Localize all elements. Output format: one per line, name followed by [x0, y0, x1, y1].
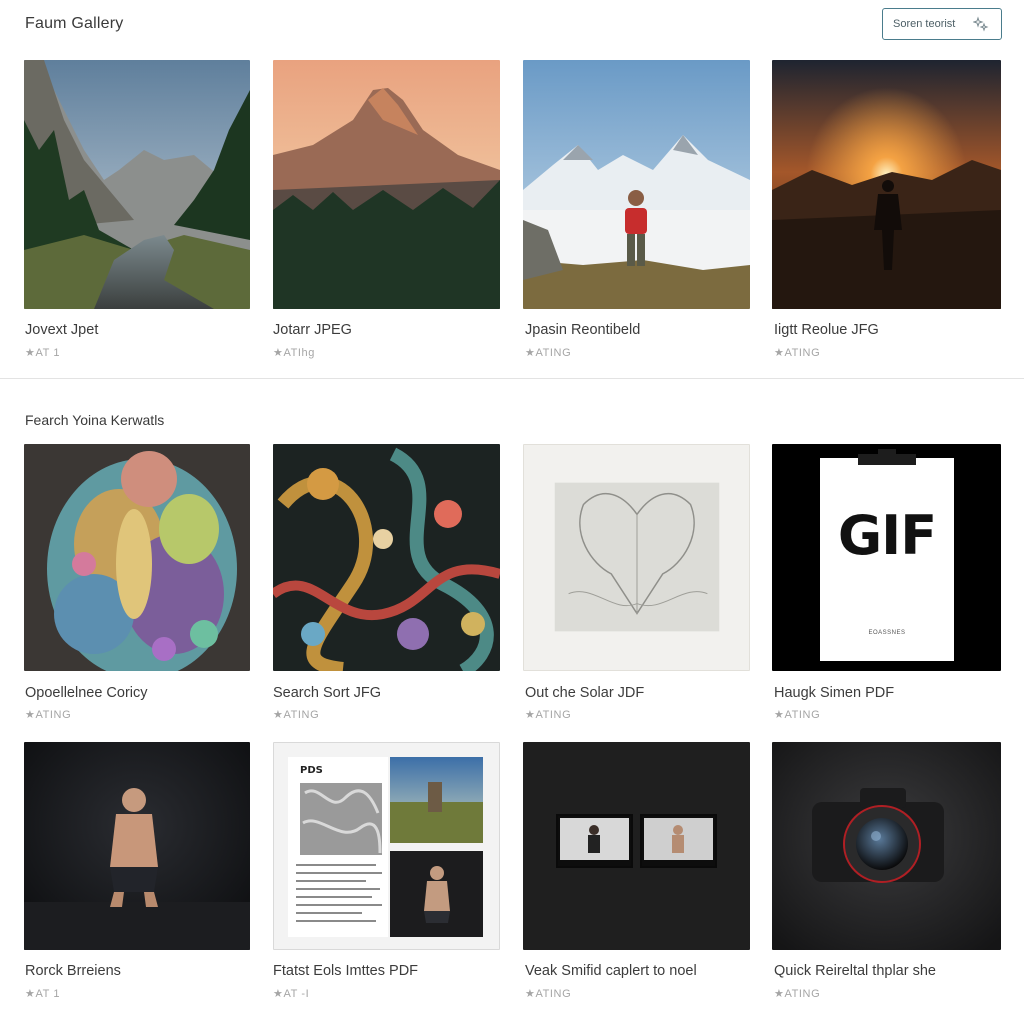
- item-caption[interactable]: Quick Reireltal thplar she: [774, 963, 936, 979]
- item-rating: ★ATING: [273, 709, 320, 721]
- item-rating: ★ATING: [774, 988, 821, 1000]
- item-rating: ★ATING: [525, 988, 572, 1000]
- thumbnail-mountain-peak[interactable]: [273, 60, 500, 309]
- page-title: Faum Gallery: [25, 15, 124, 32]
- item-rating: ★AT 1: [25, 347, 61, 359]
- item-rating: ★ATING: [525, 347, 572, 359]
- item-rating: ★ATIhg: [273, 347, 315, 359]
- gif-sublabel: EOASSNES: [868, 630, 906, 636]
- search-button[interactable]: Soren teorist: [882, 8, 1002, 40]
- section-divider: [0, 378, 1024, 379]
- thumbnail-dslr-camera[interactable]: [772, 742, 1001, 950]
- item-caption[interactable]: Ftatst Eols Imttes PDF: [273, 963, 418, 979]
- item-caption[interactable]: Out che Solar JDF: [525, 685, 644, 701]
- thumbnail-gif-poster[interactable]: GIF EOASSNES: [772, 444, 1001, 671]
- item-caption[interactable]: Jotarr JPEG: [273, 322, 352, 338]
- thumbnail-colorful-sculpture[interactable]: [24, 444, 250, 671]
- thumbnail-sunset-silhouette[interactable]: [772, 60, 1001, 309]
- thumbnail-pdf-layout[interactable]: PDS: [273, 742, 500, 950]
- item-rating: ★ATING: [774, 709, 821, 721]
- thumbnail-hiker-mountain[interactable]: [523, 60, 750, 309]
- item-caption[interactable]: Rorck Brreiens: [25, 963, 121, 979]
- item-caption[interactable]: Veak Smifid caplert to noel: [525, 963, 697, 979]
- item-rating: ★ATING: [525, 709, 572, 721]
- item-caption[interactable]: Jpasin Reontibeld: [525, 322, 640, 338]
- section-title: Fearch Yoina Kerwatls: [25, 412, 165, 428]
- search-button-label: Soren teorist: [893, 18, 956, 30]
- thumbnail-line-drawing[interactable]: [523, 444, 750, 671]
- item-caption[interactable]: Search Sort JFG: [273, 685, 381, 701]
- item-rating: ★AT -I: [273, 988, 310, 1000]
- thumbnail-video-frames[interactable]: [523, 742, 750, 950]
- item-rating: ★AT 1: [25, 988, 61, 1000]
- item-rating: ★ATING: [774, 347, 821, 359]
- thumbnail-ornate-pattern[interactable]: [273, 444, 500, 671]
- thumbnail-mountain-river[interactable]: [24, 60, 250, 309]
- pdf-label: PDS: [300, 765, 323, 776]
- item-caption[interactable]: Haugk Simen PDF: [774, 685, 894, 701]
- item-caption[interactable]: Jovext Jpet: [25, 322, 98, 338]
- item-caption[interactable]: Opoellelnee Coricy: [25, 685, 148, 701]
- gif-label: GIF: [837, 504, 937, 567]
- item-caption[interactable]: Iigtt Reolue JFG: [774, 322, 879, 338]
- sparkle-search-icon: [973, 16, 989, 32]
- item-rating: ★ATING: [25, 709, 72, 721]
- thumbnail-portrait-figure[interactable]: [24, 742, 250, 950]
